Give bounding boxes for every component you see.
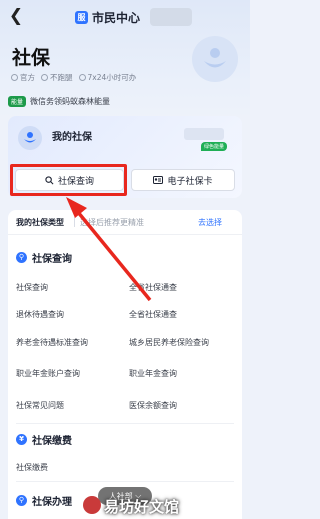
type-hint: 选择后推荐更精准 [80, 218, 144, 227]
service-link[interactable]: 城乡居民养老保险查询 [129, 337, 209, 348]
section-title: 社保缴费 [32, 436, 72, 447]
service-link[interactable]: 全省社保通查 [129, 309, 177, 320]
section-header-query: ⚲ 社保查询 [16, 250, 72, 265]
service-link[interactable]: 职业年金账户查询 [16, 368, 80, 379]
divider [16, 423, 234, 424]
check-icon [41, 74, 48, 81]
section-title: 社保办理 [32, 497, 72, 508]
yuan-icon: ¥ [16, 434, 27, 445]
watermark-text: 易坊好文馆 [104, 498, 180, 516]
back-arrow-icon[interactable]: ❮ [6, 6, 26, 26]
highlight-box [10, 164, 127, 196]
service-link[interactable]: 医保余额查询 [129, 400, 177, 411]
services-panel: 我的社保类型 选择后推荐更精准 去选择 ⚲ 社保查询 社保查询 全省社保通查 退… [8, 210, 242, 519]
green-energy-badge: 绿色能量 [201, 142, 228, 151]
tag: 官方 [11, 72, 35, 83]
tag: 不跑腿 [41, 72, 73, 83]
blurred-region [150, 8, 192, 26]
divider [16, 481, 234, 482]
check-icon [78, 74, 86, 81]
service-link[interactable]: 退休待遇查询 [16, 309, 64, 320]
section-header-payment: ¥ 社保缴费 [16, 432, 72, 447]
my-social-security-card: 我的社保 社保查询 电子社保卡 [8, 116, 242, 198]
service-link[interactable]: 职业年金查询 [129, 368, 177, 379]
section-title: 社保查询 [32, 254, 72, 265]
app-logo-icon: 服 [75, 10, 88, 24]
promo-text: 微信务领蚂蚁森林能量 [30, 97, 111, 106]
search-icon: ⚲ [16, 252, 27, 263]
service-link[interactable]: 社保常见问题 [16, 400, 64, 411]
id-card-icon [153, 176, 164, 184]
promo-banner[interactable]: 能量 微信务领蚂蚁森林能量 [8, 96, 110, 107]
social-security-emblem-icon [192, 36, 238, 82]
watermark-logo [83, 496, 101, 514]
type-select-link[interactable]: 去选择 [198, 217, 222, 228]
check-icon [11, 74, 18, 81]
type-label: 我的社保类型 [16, 218, 64, 227]
nav-title: 服 市民中心 [75, 8, 140, 26]
ecard-button-label: 电子社保卡 [167, 176, 213, 187]
e-social-security-card-button[interactable]: 电子社保卡 [131, 169, 235, 191]
nav-title-text: 市民中心 [92, 10, 141, 25]
service-link[interactable]: 社保查询 [16, 282, 48, 293]
type-selector-row[interactable]: 我的社保类型 选择后推荐更精准 去选择 [8, 210, 242, 235]
page-title: 社保 [12, 47, 51, 69]
section-header-handling: ⚲ 社保办理 [16, 493, 72, 508]
divider [74, 217, 75, 227]
energy-badge: 能量 [8, 96, 27, 107]
blurred-region [184, 128, 224, 140]
service-tags: 官方 不跑腿 7x24小时可办 [11, 72, 136, 83]
service-link[interactable]: 全省社保通查 [129, 282, 177, 293]
tag: 7x24小时可办 [78, 72, 136, 83]
search-icon: ⚲ [16, 495, 27, 506]
service-link[interactable]: 养老金待遇标准查询 [16, 337, 88, 348]
social-security-logo-icon [18, 126, 42, 150]
card-label: 我的社保 [52, 132, 92, 143]
service-link[interactable]: 社保缴费 [16, 462, 48, 473]
